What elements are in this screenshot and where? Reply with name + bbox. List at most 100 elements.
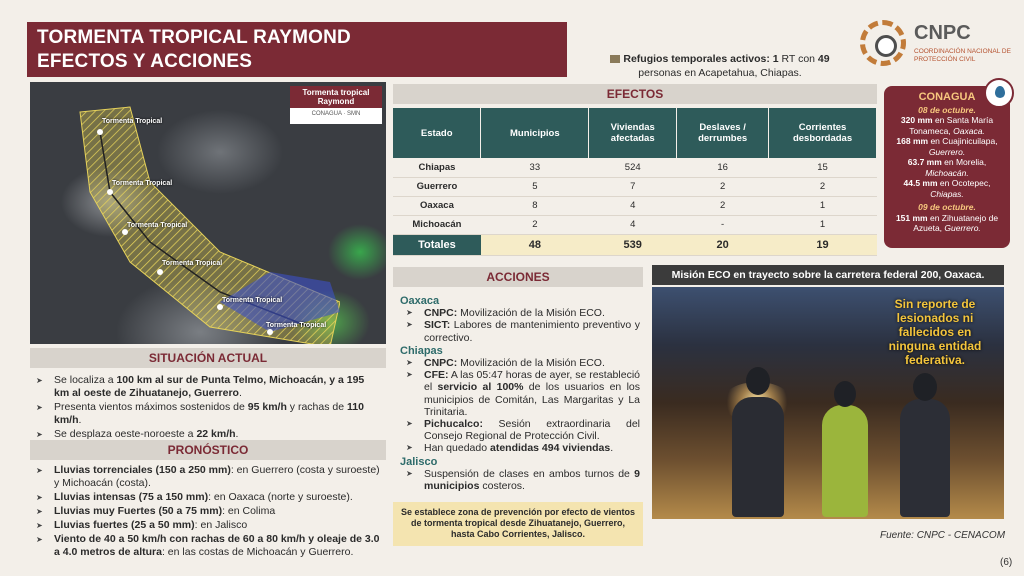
table-cell: 539 — [588, 234, 677, 256]
mision-eco-header: Misión ECO en trayecto sobre la carreter… — [652, 265, 1004, 285]
totals-row: Totales 48 539 20 19 — [393, 234, 877, 256]
person-figure — [822, 405, 868, 517]
table-cell: 1 — [768, 215, 877, 235]
conagua-panel: CONAGUA 08 de octubre. 320 mm en Santa M… — [884, 78, 1014, 248]
accion-item: CFE: A las 05:47 horas de ayer, se resta… — [400, 369, 640, 418]
sin-lesionados-note: Sin reporte de lesionados ni fallecidos … — [888, 297, 982, 367]
page-title: TORMENTA TROPICAL RAYMOND — [37, 27, 351, 48]
table-header-row: Estado Municipios Viviendas afectadas De… — [393, 108, 877, 158]
table-cell: 2 — [676, 196, 769, 216]
accion-item: Pichucalco: Sesión extraordinaria del Co… — [400, 418, 640, 442]
track-label: Tormenta Tropical — [127, 222, 188, 229]
region-label: Chiapas — [400, 344, 443, 357]
storm-track-map: Tormenta Tropical Tormenta Tropical Torm… — [30, 82, 386, 344]
refugios-count: 1 — [772, 53, 779, 65]
logo-name: CNPC — [914, 22, 971, 44]
table-cell: Totales — [393, 234, 481, 256]
table-cell: - — [676, 215, 769, 235]
table-cell: 33 — [480, 158, 589, 178]
table-cell: 5 — [480, 177, 589, 197]
person-head — [746, 367, 770, 395]
refugios-people: 49 — [817, 53, 830, 65]
table-cell: 4 — [588, 215, 677, 235]
situacion-item: Presenta vientos máximos sostenidos de 9… — [30, 401, 382, 427]
column-header: Corrientes desbordadas — [768, 108, 877, 158]
pronostico-item: Viento de 40 a 50 km/h con rachas de 60 … — [30, 533, 382, 559]
table-cell: 19 — [768, 234, 877, 256]
page-subtitle: EFECTOS Y ACCIONES — [37, 51, 253, 72]
table-cell: Oaxaca — [393, 196, 481, 216]
table-cell: 20 — [676, 234, 769, 256]
page-number: (6) — [1000, 557, 1013, 568]
track-label: Tormenta Tropical — [162, 260, 223, 267]
efectos-table: Estado Municipios Viviendas afectadas De… — [393, 108, 877, 256]
zona-prevencion-note: Se establece zona de prevención por efec… — [393, 502, 643, 546]
track-label: Tormenta Tropical — [102, 118, 163, 125]
track-label: Tormenta Tropical — [222, 297, 283, 304]
region-label: Jalisco — [400, 455, 438, 468]
forecast-cone — [79, 106, 340, 344]
column-header: Estado — [393, 108, 482, 158]
person-head — [834, 381, 856, 407]
refugios-location: personas en Acapetahua, Chiapas. — [638, 67, 802, 79]
conagua-date: 09 de octubre. — [918, 202, 976, 212]
table-cell: Michoacán — [393, 215, 481, 235]
acciones-list: Oaxaca CNPC: Movilización de la Misión E… — [400, 294, 640, 492]
track-label: Tormenta Tropical — [112, 180, 173, 187]
water-drop-icon — [984, 78, 1014, 108]
table-cell: 2 — [676, 177, 769, 197]
table-cell: 7 — [588, 177, 677, 197]
table-row: Michoacán 2 4 - 1 — [393, 215, 877, 235]
rain-entry: 44.5 mm en Ocotepec, Chiapas. — [903, 178, 991, 199]
pronostico-item: Lluvias torrenciales (150 a 250 mm): en … — [30, 464, 382, 490]
situacion-list: Se localiza a 100 km al sur de Punta Tel… — [30, 374, 382, 442]
accion-item: SICT: Labores de mantenimiento preventiv… — [400, 319, 640, 343]
region-label: Oaxaca — [400, 295, 440, 307]
efectos-header: EFECTOS — [393, 84, 877, 104]
table-cell: 1 — [768, 196, 877, 216]
table-row: Chiapas 33 524 16 15 — [393, 158, 877, 178]
acciones-header: ACCIONES — [393, 267, 643, 287]
pronostico-item: Lluvias muy Fuertes (50 a 75 mm): en Col… — [30, 505, 382, 518]
table-row: Guerrero 5 7 2 2 — [393, 177, 877, 197]
map-badge: Tormenta tropical Raymond CONAGUA · SMN — [290, 86, 382, 124]
table-cell: 2 — [480, 215, 589, 235]
table-row: Oaxaca 8 4 2 1 — [393, 196, 877, 216]
pronostico-item: Lluvias fuertes (25 a 50 mm): en Jalisco — [30, 519, 382, 532]
column-header: Viviendas afectadas — [588, 108, 678, 158]
map-badge-title: Tormenta tropical Raymond — [290, 86, 382, 108]
table-cell: 48 — [480, 234, 589, 256]
table-cell: 15 — [768, 158, 877, 178]
accion-item: CNPC: Movilización de la Misión ECO. — [400, 307, 640, 319]
title-banner: TORMENTA TROPICAL RAYMOND EFECTOS Y ACCI… — [27, 22, 567, 77]
pronostico-list: Lluvias torrenciales (150 a 250 mm): en … — [30, 464, 382, 560]
mision-eco-photo: Sin reporte de lesionados ni fallecidos … — [652, 287, 1004, 519]
table-cell: 16 — [676, 158, 769, 178]
rain-entry: 63.7 mm en Morelia, Michoacán. — [907, 157, 987, 178]
pronostico-item: Lluvias intensas (75 a 150 mm): en Oaxac… — [30, 491, 382, 504]
accion-item: Han quedado atendidas 494 viviendas. — [400, 442, 640, 454]
cnpc-logo: CNPC COORDINACIÓN NACIONAL DE PROTECCIÓN… — [860, 20, 1020, 70]
shelter-icon — [610, 55, 621, 64]
situacion-item: Se localiza a 100 km al sur de Punta Tel… — [30, 374, 382, 400]
map-badge-logos: CONAGUA · SMN — [311, 111, 361, 117]
source-label: Fuente: CNPC - CENACOM — [880, 530, 1006, 541]
accion-item: Suspensión de clases en ambos turnos de … — [400, 468, 640, 492]
rain-entry: 151 mm en Zihuatanejo de Azueta, Guerrer… — [895, 212, 999, 234]
person-figure — [732, 397, 784, 517]
column-header: Municipios — [480, 108, 590, 158]
refugios-rt: RT con — [781, 53, 815, 65]
column-header: Deslaves / derrumbes — [676, 108, 770, 158]
table-cell: Chiapas — [393, 158, 481, 178]
refugios-label: Refugios temporales activos: — [623, 53, 770, 65]
person-head — [913, 373, 937, 401]
table-cell: 524 — [588, 158, 677, 178]
track-label: Tormenta Tropical — [266, 322, 327, 329]
table-cell: 2 — [768, 177, 877, 197]
refugios-note: Refugios temporales activos: 1 RT con 49… — [595, 52, 845, 80]
situacion-header: SITUACIÓN ACTUAL — [30, 348, 386, 368]
rain-entry: 320 mm en Santa María Tonameca, Oaxaca. — [900, 115, 994, 136]
rain-entry: 168 mm en Cuajinicuilapa, Guerrero. — [896, 136, 998, 157]
table-cell: 4 — [588, 196, 677, 216]
table-cell: 8 — [480, 196, 589, 216]
